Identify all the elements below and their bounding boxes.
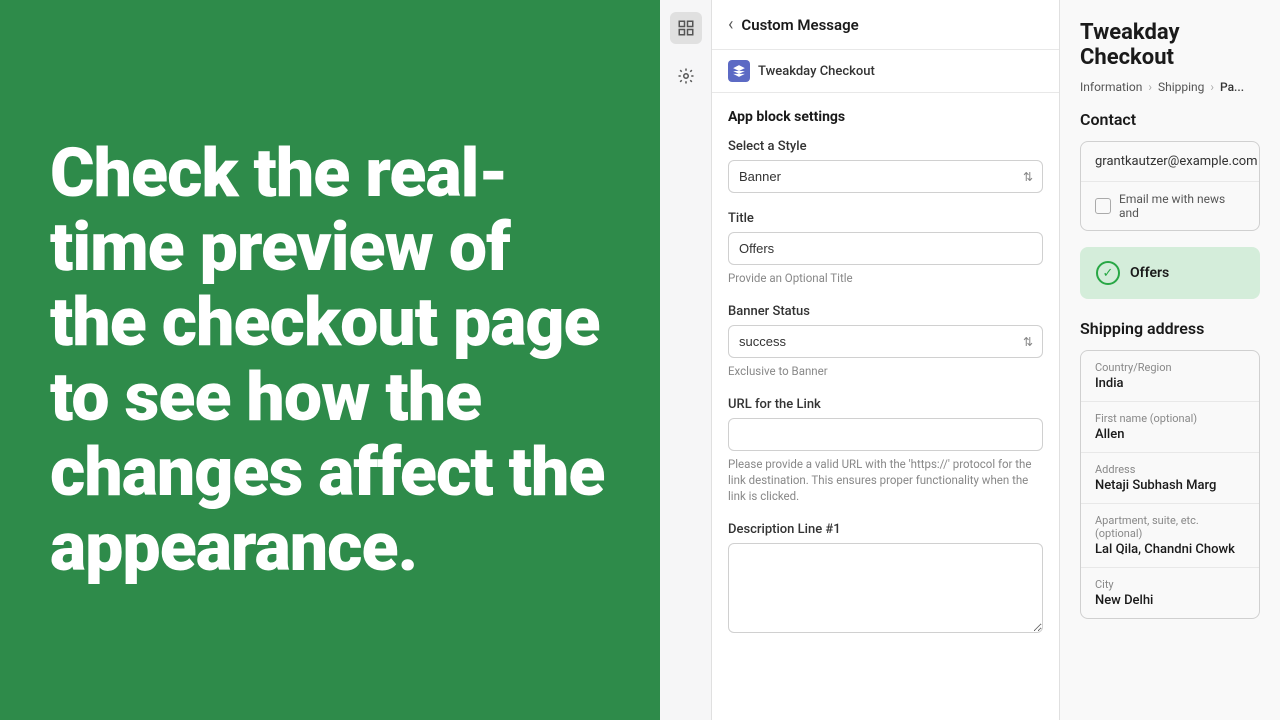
offers-check-icon: ✓ bbox=[1096, 261, 1120, 285]
preview-title: Tweakday Checkout bbox=[1060, 0, 1280, 80]
address-field-address: Address Netaji Subhash Marg bbox=[1081, 453, 1259, 504]
style-select-wrapper: Banner Inline Popup bbox=[728, 160, 1043, 193]
section-title: App block settings bbox=[728, 109, 1043, 125]
style-select[interactable]: Banner Inline Popup bbox=[728, 160, 1043, 193]
banner-status-field-group: Banner Status success info warning error… bbox=[728, 304, 1043, 379]
gear-icon[interactable] bbox=[670, 60, 702, 92]
grid-icon[interactable] bbox=[670, 12, 702, 44]
banner-status-select-wrapper: success info warning error bbox=[728, 325, 1043, 358]
address-label-firstname: First name (optional) bbox=[1095, 412, 1245, 425]
app-icon bbox=[728, 60, 750, 82]
left-panel: Check the real-time preview of the check… bbox=[0, 0, 660, 720]
panel-header: ‹ Custom Message bbox=[712, 0, 1059, 50]
address-value-apartment: Lal Qila, Chandni Chowk bbox=[1095, 542, 1245, 557]
contact-email-row: Email me with news and bbox=[1081, 182, 1259, 230]
contact-section-title: Contact bbox=[1060, 110, 1280, 141]
style-field-group: Select a Style Banner Inline Popup bbox=[728, 139, 1043, 193]
title-field-group: Title Provide an Optional Title bbox=[728, 211, 1043, 286]
address-label-address: Address bbox=[1095, 463, 1245, 476]
title-input[interactable] bbox=[728, 232, 1043, 265]
address-box: Country/Region India First name (optiona… bbox=[1080, 350, 1260, 619]
address-label-country: Country/Region bbox=[1095, 361, 1245, 374]
app-name-label: Tweakday Checkout bbox=[758, 64, 875, 79]
preview-panel: Tweakday Checkout Information › Shipping… bbox=[1060, 0, 1280, 720]
sidebar bbox=[660, 0, 712, 720]
banner-status-label: Banner Status bbox=[728, 304, 1043, 319]
panel-subheader: Tweakday Checkout bbox=[712, 50, 1059, 93]
address-value-firstname: Allen bbox=[1095, 427, 1245, 442]
breadcrumb-step-2: Shipping bbox=[1158, 80, 1204, 94]
breadcrumb-step-1: Information bbox=[1080, 80, 1142, 94]
hero-heading: Check the real-time preview of the check… bbox=[50, 136, 610, 585]
title-field-label: Title bbox=[728, 211, 1043, 226]
address-value-city: New Delhi bbox=[1095, 593, 1245, 608]
breadcrumb: Information › Shipping › Pa... bbox=[1060, 80, 1280, 110]
banner-status-helper: Exclusive to Banner bbox=[728, 363, 1043, 379]
description-field-group: Description Line #1 bbox=[728, 522, 1043, 637]
shipping-section-title: Shipping address bbox=[1060, 319, 1280, 350]
description-textarea[interactable] bbox=[728, 543, 1043, 633]
url-field-label: URL for the Link bbox=[728, 397, 1043, 412]
breadcrumb-step-3: Pa... bbox=[1220, 80, 1244, 94]
breadcrumb-sep-2: › bbox=[1210, 80, 1214, 94]
email-news-label: Email me with news and bbox=[1119, 192, 1245, 220]
url-input[interactable] bbox=[728, 418, 1043, 451]
settings-panel: ‹ Custom Message Tweakday Checkout App b… bbox=[712, 0, 1060, 720]
back-button[interactable]: ‹ bbox=[728, 14, 733, 35]
panel-body: App block settings Select a Style Banner… bbox=[712, 93, 1059, 671]
address-field-firstname: First name (optional) Allen bbox=[1081, 402, 1259, 453]
address-field-apartment: Apartment, suite, etc. (optional) Lal Qi… bbox=[1081, 504, 1259, 568]
contact-email-field: grantkautzer@example.com bbox=[1081, 142, 1259, 182]
style-field-label: Select a Style bbox=[728, 139, 1043, 154]
description-field-label: Description Line #1 bbox=[728, 522, 1043, 537]
banner-status-select[interactable]: success info warning error bbox=[728, 325, 1043, 358]
offers-banner: ✓ Offers bbox=[1080, 247, 1260, 299]
address-label-city: City bbox=[1095, 578, 1245, 591]
url-field-helper: Please provide a valid URL with the 'htt… bbox=[728, 456, 1043, 504]
address-value-country: India bbox=[1095, 376, 1245, 391]
address-value-address: Netaji Subhash Marg bbox=[1095, 478, 1245, 493]
title-field-helper: Provide an Optional Title bbox=[728, 270, 1043, 286]
url-field-group: URL for the Link Please provide a valid … bbox=[728, 397, 1043, 504]
address-label-apartment: Apartment, suite, etc. (optional) bbox=[1095, 514, 1245, 540]
address-field-country: Country/Region India bbox=[1081, 351, 1259, 402]
email-news-checkbox[interactable] bbox=[1095, 198, 1111, 214]
address-field-city: City New Delhi bbox=[1081, 568, 1259, 618]
panel-header-title: Custom Message bbox=[741, 16, 858, 34]
offers-banner-text: Offers bbox=[1130, 265, 1169, 281]
contact-email-value: grantkautzer@example.com bbox=[1095, 154, 1258, 169]
contact-box: grantkautzer@example.com Email me with n… bbox=[1080, 141, 1260, 231]
breadcrumb-sep-1: › bbox=[1148, 80, 1152, 94]
